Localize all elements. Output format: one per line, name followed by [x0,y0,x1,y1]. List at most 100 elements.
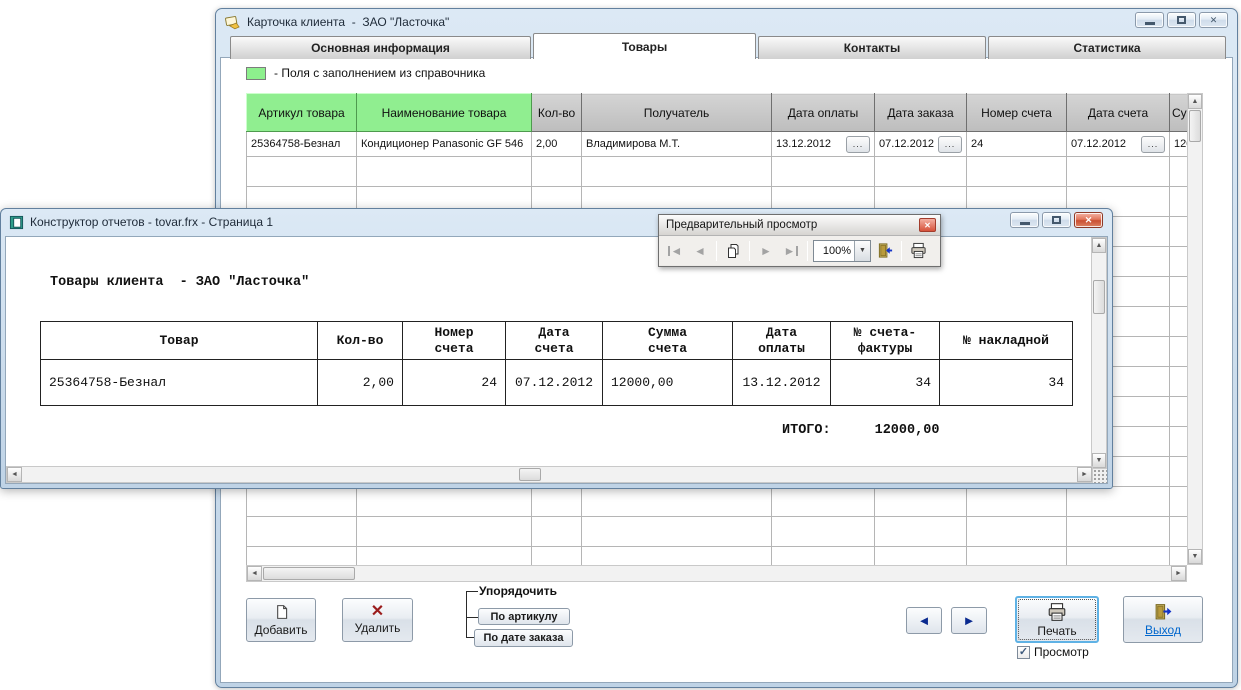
cell-order-date[interactable]: 07.12.2012... [875,132,967,157]
scroll-down-button[interactable]: ▼ [1188,549,1202,564]
exit-button[interactable]: Выход [1123,596,1203,643]
toolbar-print-button[interactable] [907,240,929,262]
column-header-article[interactable]: Артикул товара [247,94,357,132]
next-record-button[interactable]: ► [951,607,987,634]
scroll-left-button[interactable]: ◄ [7,467,22,482]
report-titlebar[interactable]: Конструктор отчетов - tovar.frx - Страни… [1,209,1112,235]
grid-horizontal-scrollbar[interactable]: ◄ ► [246,565,1187,582]
report-title-text: Товары клиента - ЗАО "Ласточка" [50,275,309,290]
first-page-button[interactable]: ◄ [664,240,686,262]
rpt-col-payment-date: Дата оплаты [733,322,831,360]
delete-button[interactable]: ✕ Удалить [342,598,413,642]
cell-sum[interactable]: 12000,00 [1170,132,1188,157]
grid-empty-row[interactable] [247,487,1188,517]
order-date-picker-button[interactable]: ... [938,136,962,153]
last-page-icon [796,246,798,256]
order-by-date-button[interactable]: По дате заказа [474,629,573,647]
minimize-button[interactable] [1135,12,1164,28]
previous-record-button[interactable]: ◄ [906,607,942,634]
order-group-label: Упорядочить [479,584,557,598]
grid-empty-row[interactable] [247,157,1188,187]
preview-toolbar-buttons: ◄ ◄ ► ► 100% ▼ [659,236,940,265]
horizontal-scroll-thumb[interactable] [263,567,355,580]
report-horizontal-scrollbar[interactable]: ◄ ► [6,466,1093,483]
preview-checkbox[interactable]: ✓ [1017,646,1030,659]
preview-checkbox-label: Просмотр [1034,645,1089,659]
rpt-col-qty: Кол-во [318,322,403,360]
report-icon [9,215,24,230]
scroll-right-button[interactable]: ► [1077,467,1092,482]
preview-toolbar-titlebar[interactable]: Предварительный просмотр ✕ [659,215,940,236]
report-close-button[interactable]: ✕ [1074,212,1103,228]
tab-contacts[interactable]: Контакты [758,36,986,59]
tab-main-info[interactable]: Основная информация [230,36,531,59]
rpt-cell-invoice-date: 07.12.2012 [506,360,603,406]
arrow-left-icon: ◄ [918,613,931,628]
column-header-invoice-number[interactable]: Номер счета [967,94,1067,132]
tab-goods[interactable]: Товары [533,33,756,59]
report-table: Товар Кол-во Номер счета Дата счета Сумм… [40,321,1073,406]
close-preview-button[interactable] [874,240,896,262]
maximize-button[interactable] [1167,12,1196,28]
zoom-dropdown-button[interactable]: ▼ [854,241,870,261]
grid-empty-row[interactable] [247,517,1188,547]
preview-close-button[interactable]: ✕ [919,218,936,232]
column-header-order-date[interactable]: Дата заказа [875,94,967,132]
horizontal-scroll-thumb[interactable] [519,468,541,481]
scroll-up-icon: ▲ [1096,242,1103,249]
chevron-down-icon: ▼ [859,247,866,254]
report-maximize-button[interactable] [1042,212,1071,228]
previous-page-button[interactable]: ◄ [689,240,711,262]
scroll-down-button[interactable]: ▼ [1092,453,1106,468]
grid-data-row[interactable]: 25364758-Безнал Кондиционер Panasonic GF… [247,132,1188,157]
add-button[interactable]: Добавить [246,598,316,642]
rpt-cell-qty: 2,00 [318,360,403,406]
cell-invoice-number[interactable]: 24 [967,132,1067,157]
preview-toolbar-window: Предварительный просмотр ✕ ◄ ◄ ► ► 100% … [658,214,941,267]
exit-door-icon [1153,602,1173,621]
rpt-cell-invoice-facture: 34 [831,360,940,406]
maximize-icon [1052,216,1061,224]
scroll-left-button[interactable]: ◄ [247,566,262,581]
payment-date-picker-button[interactable]: ... [846,136,870,153]
grid-vertical-scrollbar[interactable]: ▲ ▼ [1187,93,1203,565]
cell-invoice-date[interactable]: 07.12.2012... [1067,132,1170,157]
scroll-up-button[interactable]: ▲ [1092,238,1106,253]
copy-pages-button[interactable] [722,240,744,262]
last-page-button[interactable]: ► [780,240,802,262]
next-page-button[interactable]: ► [755,240,777,262]
report-minimize-button[interactable] [1010,212,1039,228]
print-button[interactable]: Печать [1015,596,1099,643]
column-header-recipient[interactable]: Получатель [582,94,772,132]
grid-empty-row[interactable] [247,547,1188,566]
column-header-invoice-date[interactable]: Дата счета [1067,94,1170,132]
legend-text: - Поля с заполнением из справочника [274,66,485,80]
report-vertical-scrollbar[interactable]: ▲ ▼ [1091,237,1107,469]
column-header-product[interactable]: Наименование товара [357,94,532,132]
client-card-titlebar[interactable]: Карточка клиента - ЗАО "Ласточка" ✕ [216,9,1237,35]
tab-statistics[interactable]: Статистика [988,36,1226,59]
scroll-right-icon: ► [1081,471,1088,478]
invoice-date-picker-button[interactable]: ... [1141,136,1165,153]
cell-recipient[interactable]: Владимирова М.Т. [582,132,772,157]
column-header-sum[interactable]: Сумма [1170,94,1188,132]
column-header-payment-date[interactable]: Дата оплаты [772,94,875,132]
cell-article[interactable]: 25364758-Безнал [247,132,357,157]
client-card-icon [224,14,241,31]
order-by-article-button[interactable]: По артикулу [478,608,570,625]
scroll-up-button[interactable]: ▲ [1188,94,1202,109]
close-button[interactable]: ✕ [1199,12,1228,28]
column-header-qty[interactable]: Кол-во [532,94,582,132]
scroll-down-icon: ▼ [1096,457,1103,464]
check-icon: ✓ [1019,647,1028,657]
rpt-cell-product: 25364758-Безнал [41,360,318,406]
cell-qty[interactable]: 2,00 [532,132,582,157]
zoom-combobox[interactable]: 100% ▼ [813,240,871,262]
tab-strip: Основная информация Товары Контакты Стат… [230,34,1226,59]
cell-payment-date[interactable]: 13.12.2012... [772,132,875,157]
vertical-scroll-thumb[interactable] [1093,280,1105,314]
scroll-right-button[interactable]: ► [1171,566,1186,581]
cell-product[interactable]: Кондиционер Panasonic GF 546 [357,132,532,157]
delete-cross-icon: ✕ [371,605,384,619]
vertical-scroll-thumb[interactable] [1189,110,1201,142]
